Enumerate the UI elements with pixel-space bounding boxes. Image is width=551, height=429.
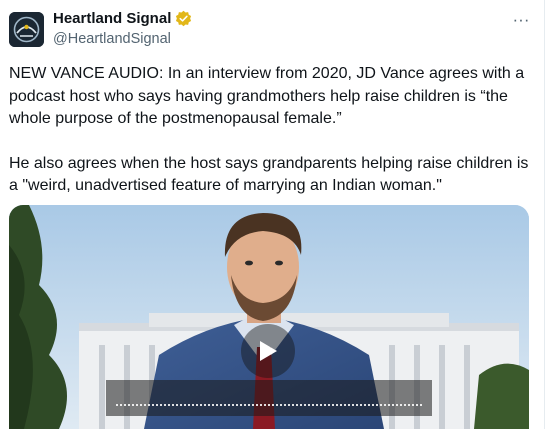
tweet-paragraph-2: He also agrees when the host says grandp… <box>9 154 529 195</box>
heartland-signal-logo-icon <box>9 12 44 47</box>
tweet-card: Heartland Signal @HeartlandSignal ··· NE… <box>0 0 545 429</box>
verified-badge-icon <box>176 10 192 27</box>
author-avatar[interactable] <box>9 12 44 47</box>
author-name-row[interactable]: Heartland Signal <box>53 10 192 27</box>
play-button[interactable] <box>241 324 295 378</box>
author-display-name[interactable]: Heartland Signal <box>53 10 171 27</box>
video-controls-bar[interactable] <box>106 380 432 416</box>
tweet-text: NEW VANCE AUDIO: In an interview from 20… <box>9 63 539 220</box>
play-icon <box>260 341 277 361</box>
tweet-paragraph-1: NEW VANCE AUDIO: In an interview from 20… <box>9 65 525 127</box>
author-handle[interactable]: @HeartlandSignal <box>53 31 171 47</box>
video-progress-track[interactable] <box>116 404 422 406</box>
more-options-icon[interactable]: ··· <box>508 10 534 30</box>
